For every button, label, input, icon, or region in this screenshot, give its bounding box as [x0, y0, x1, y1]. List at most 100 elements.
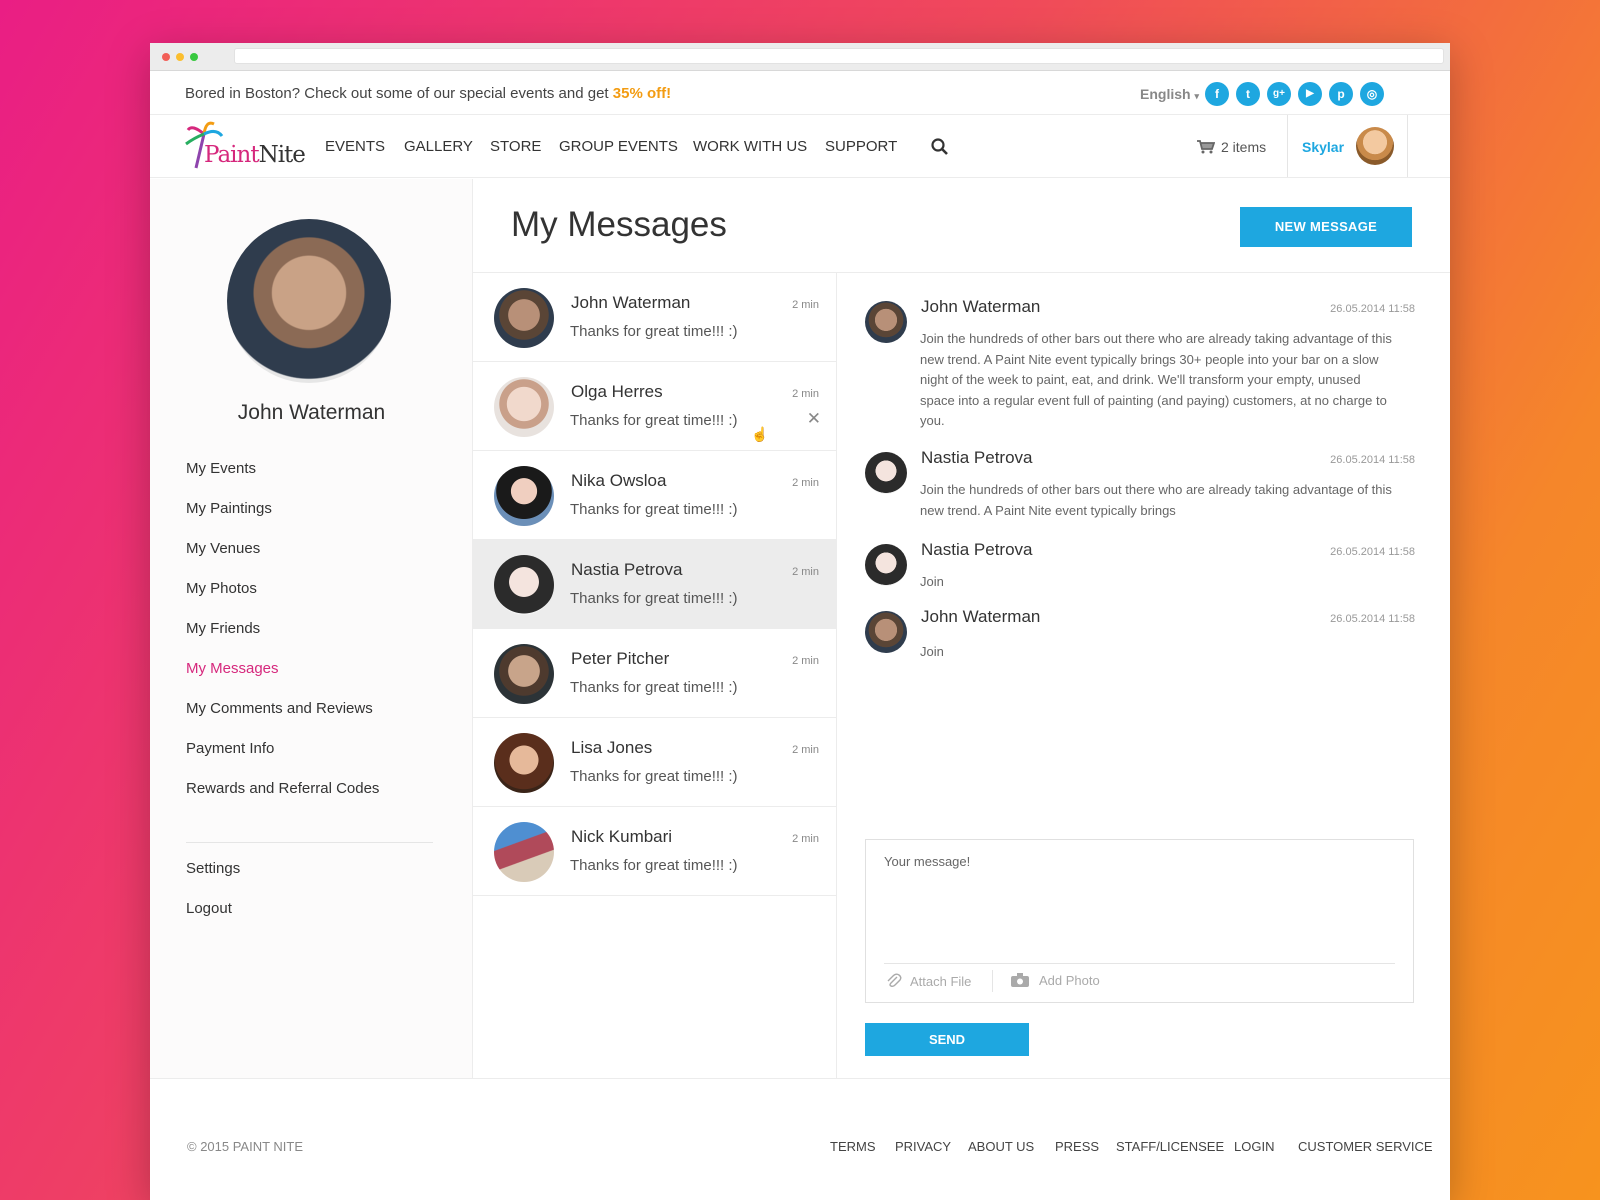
footer-link-press[interactable]: PRESS	[1055, 1139, 1099, 1154]
conversation-list: John Waterman 2 min Thanks for great tim…	[473, 273, 837, 1078]
sidebar-item-logout[interactable]: Logout	[186, 900, 232, 917]
conversation-time: 2 min	[792, 655, 819, 667]
conversation-item[interactable]: Olga Herres 2 min Thanks for great time!…	[473, 362, 836, 451]
footer-link-customer-service[interactable]: CUSTOMER SERVICE	[1298, 1139, 1433, 1154]
conversation-item[interactable]: Nastia Petrova 2 min Thanks for great ti…	[473, 540, 836, 629]
nav-group-events[interactable]: GROUP EVENTS	[559, 138, 678, 155]
logo-paint: Paint	[204, 142, 260, 168]
conversation-preview: Thanks for great time!!! :)	[570, 857, 738, 874]
message-thread: John Waterman 26.05.2014 11:58 Join the …	[837, 273, 1450, 1078]
conversation-time: 2 min	[792, 744, 819, 756]
footer-link-login[interactable]: LOGIN	[1234, 1139, 1274, 1154]
conversation-time: 2 min	[792, 299, 819, 311]
nav-events[interactable]: EVENTS	[325, 138, 385, 155]
message-author: John Waterman	[921, 607, 1041, 626]
conversation-name: Lisa Jones	[571, 738, 653, 757]
tool-separator	[992, 970, 993, 992]
sidebar-item-my-paintings[interactable]: My Paintings	[186, 500, 272, 517]
message-time: 26.05.2014 11:58	[1330, 613, 1415, 625]
user-name[interactable]: Skylar	[1302, 139, 1344, 155]
sidebar-item-my-comments[interactable]: My Comments and Reviews	[186, 700, 373, 717]
browser-window: Bored in Boston? Check out some of our s…	[150, 43, 1450, 1200]
avatar	[494, 466, 554, 526]
promo-message: Bored in Boston? Check out some of our s…	[185, 85, 613, 102]
message: John Waterman 26.05.2014 11:58 Join	[865, 607, 1415, 667]
youtube-icon[interactable]: ▶	[1298, 82, 1322, 106]
add-photo-button[interactable]: Add Photo	[1011, 973, 1100, 988]
avatar[interactable]	[1356, 127, 1394, 165]
footer: © 2015 PAINT NITE TERMS PRIVACY ABOUT US…	[150, 1078, 1450, 1200]
conversation-item[interactable]: Nick Kumbari 2 min Thanks for great time…	[473, 807, 836, 896]
cart[interactable]: 2 items	[1197, 139, 1266, 155]
promo-bar: Bored in Boston? Check out some of our s…	[150, 71, 1450, 115]
conversation-item[interactable]: Peter Pitcher 2 min Thanks for great tim…	[473, 629, 836, 718]
sidebar-item-payment-info[interactable]: Payment Info	[186, 740, 274, 757]
user-menu[interactable]: Skylar	[1287, 115, 1408, 177]
avatar	[494, 822, 554, 882]
chevron-down-icon: ▾	[1194, 91, 1199, 101]
send-button[interactable]: SEND	[865, 1023, 1029, 1056]
conversation-item[interactable]: Nika Owsloa 2 min Thanks for great time!…	[473, 451, 836, 540]
sidebar-item-my-messages[interactable]: My Messages	[186, 660, 279, 677]
sidebar-item-settings[interactable]: Settings	[186, 860, 240, 877]
conversation-item[interactable]: John Waterman 2 min Thanks for great tim…	[473, 273, 836, 362]
search-icon[interactable]	[930, 137, 950, 157]
compose-divider	[884, 963, 1395, 964]
message-compose-box[interactable]: Your message! Attach File Add Photo	[865, 839, 1414, 1003]
conversation-name: Nastia Petrova	[571, 560, 683, 579]
sidebar-item-rewards[interactable]: Rewards and Referral Codes	[186, 780, 379, 797]
sidebar-item-my-venues[interactable]: My Venues	[186, 540, 260, 557]
close-icon[interactable]: ✕	[807, 409, 821, 429]
conversation-name: Nika Owsloa	[571, 471, 667, 490]
language-selector[interactable]: English ▾	[1140, 86, 1199, 102]
nav-store[interactable]: STORE	[490, 138, 541, 155]
nav-support[interactable]: SUPPORT	[825, 138, 897, 155]
cart-icon	[1197, 140, 1216, 154]
minimize-dot[interactable]	[176, 53, 184, 61]
message-time: 26.05.2014 11:58	[1330, 303, 1415, 315]
nav-gallery[interactable]: GALLERY	[404, 138, 473, 155]
promo-discount[interactable]: 35% off!	[613, 85, 671, 102]
instagram-icon[interactable]: ◎	[1360, 82, 1384, 106]
conversation-preview: Thanks for great time!!! :)	[570, 501, 738, 518]
message-author: Nastia Petrova	[921, 448, 1033, 467]
pinterest-icon[interactable]: p	[1329, 82, 1353, 106]
footer-link-about-us[interactable]: ABOUT US	[968, 1139, 1034, 1154]
message: Nastia Petrova 26.05.2014 11:58 Join	[865, 540, 1415, 600]
profile-photo	[227, 219, 391, 383]
sidebar-item-my-events[interactable]: My Events	[186, 460, 256, 477]
footer-link-terms[interactable]: TERMS	[830, 1139, 876, 1154]
profile-sidebar: John Waterman My Events My Paintings My …	[150, 179, 473, 1078]
message-body: Join	[920, 574, 944, 589]
new-message-button[interactable]: NEW MESSAGE	[1240, 207, 1412, 247]
message: Nastia Petrova 26.05.2014 11:58 Join the…	[865, 448, 1415, 528]
profile-name: John Waterman	[237, 401, 386, 424]
footer-link-staff[interactable]: STAFF/LICENSEE	[1116, 1139, 1224, 1154]
close-dot[interactable]	[162, 53, 170, 61]
messages-header: My Messages NEW MESSAGE	[473, 179, 1450, 273]
paintnite-logo[interactable]: PaintNite	[182, 120, 308, 172]
sidebar-item-my-friends[interactable]: My Friends	[186, 620, 260, 637]
avatar	[865, 611, 907, 653]
facebook-icon[interactable]: f	[1205, 82, 1229, 106]
attach-file-button[interactable]: Attach File	[886, 973, 971, 989]
camera-icon	[1011, 973, 1029, 987]
conversation-item[interactable]: Lisa Jones 2 min Thanks for great time!!…	[473, 718, 836, 807]
address-bar[interactable]	[234, 48, 1444, 64]
conversation-time: 2 min	[792, 833, 819, 845]
language-label: English	[1140, 86, 1191, 102]
maximize-dot[interactable]	[190, 53, 198, 61]
google-plus-icon[interactable]: g+	[1267, 82, 1291, 106]
conversation-time: 2 min	[792, 388, 819, 400]
avatar	[494, 644, 554, 704]
browser-chrome	[150, 43, 1450, 71]
conversation-preview: Thanks for great time!!! :)	[570, 590, 738, 607]
nav-work-with-us[interactable]: WORK WITH US	[693, 138, 807, 155]
message: John Waterman 26.05.2014 11:58 Join the …	[865, 297, 1415, 437]
message-time: 26.05.2014 11:58	[1330, 546, 1415, 558]
paperclip-icon	[887, 973, 902, 988]
sidebar-item-my-photos[interactable]: My Photos	[186, 580, 257, 597]
footer-link-privacy[interactable]: PRIVACY	[895, 1139, 951, 1154]
message-input[interactable]: Your message!	[884, 854, 970, 869]
twitter-icon[interactable]: t	[1236, 82, 1260, 106]
